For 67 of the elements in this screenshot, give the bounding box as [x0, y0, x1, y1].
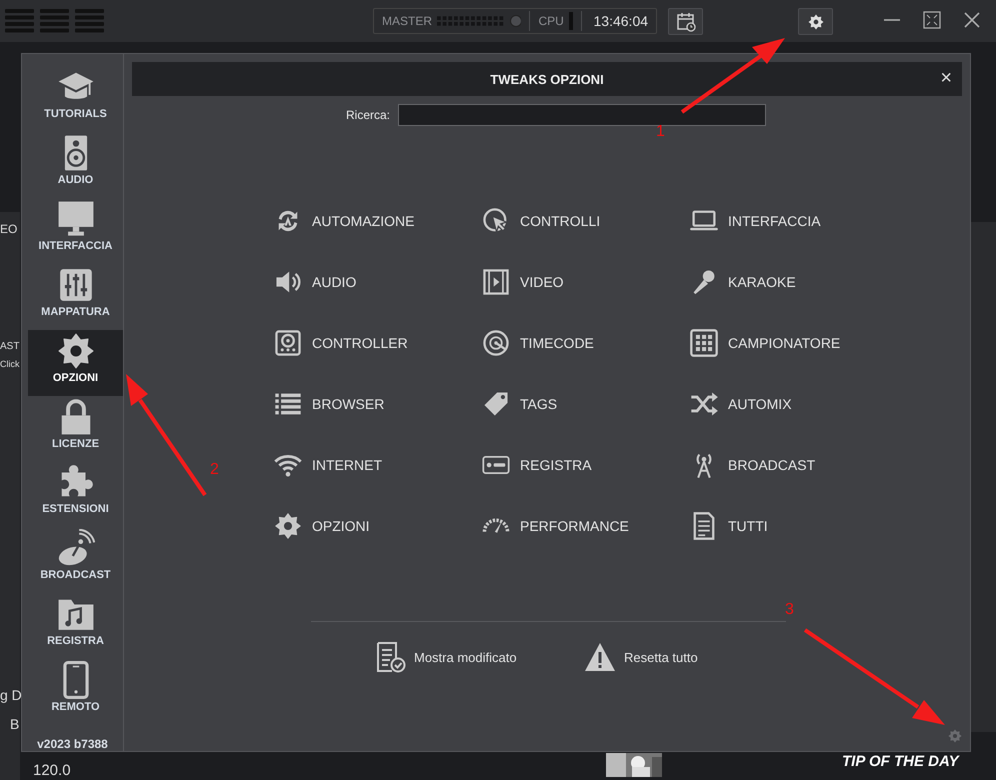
controller-icon: [273, 328, 303, 358]
settings-icon: [808, 14, 824, 30]
cpu-meter-icon: [568, 12, 573, 30]
version-label: v2023 b7388: [37, 737, 108, 752]
annotation-number: 1: [656, 123, 665, 140]
maximize-icon[interactable]: [923, 11, 941, 29]
action-button[interactable]: Resetta tutto: [584, 639, 792, 675]
sidebar-item[interactable]: AUDIO: [28, 132, 123, 198]
close-icon[interactable]: [963, 11, 981, 29]
action-button[interactable]: Mostra modificato: [376, 639, 584, 675]
calendar-button[interactable]: [668, 8, 703, 35]
deck-text: Click: [0, 360, 20, 369]
close-button[interactable]: ×: [936, 68, 956, 88]
film-icon: [481, 267, 511, 297]
cpu-label: CPU: [538, 14, 564, 28]
category-link[interactable]: INTERNET: [273, 450, 481, 480]
category-link[interactable]: AUTOMIX: [689, 389, 897, 419]
satellite-dish-icon: [56, 529, 94, 568]
deck-text: g D: [0, 688, 22, 702]
sidebar-item[interactable]: MAPPATURA: [28, 264, 123, 330]
search-label: Ricerca:: [346, 108, 390, 122]
checklist-icon: [376, 641, 406, 673]
category-link[interactable]: AUTOMAZIONE: [273, 206, 481, 236]
annotation-number: 2: [210, 461, 219, 478]
category-link[interactable]: INTERFACCIA: [689, 206, 897, 236]
settings-icon: [56, 332, 94, 370]
tip-title: TIP OF THE DAY: [842, 754, 959, 769]
settings-button[interactable]: [798, 8, 833, 35]
category-link[interactable]: TUTTI: [689, 511, 897, 541]
knob-icon: [510, 15, 522, 27]
category-link[interactable]: TIMECODE: [481, 328, 689, 358]
annotation-number: 3: [785, 601, 794, 618]
category-link[interactable]: BROADCAST: [689, 450, 897, 480]
disc-icon: [481, 328, 511, 358]
category-link[interactable]: TAGS: [481, 389, 689, 419]
sidebar-item[interactable]: REMOTO: [28, 659, 123, 726]
sidebar-item[interactable]: OPZIONI: [28, 330, 123, 396]
category-link[interactable]: VIDEO: [481, 267, 689, 297]
deck-text: B: [10, 717, 20, 731]
category-link[interactable]: PERFORMANCE: [481, 511, 689, 541]
sidebar-item[interactable]: REGISTRA: [28, 593, 123, 660]
level-meter-icon: [437, 15, 506, 27]
category-link[interactable]: BROWSER: [273, 389, 481, 419]
grid-icon: [689, 328, 719, 358]
dialog-title: TWEAKS OPZIONI: [490, 72, 604, 86]
sidebar-item[interactable]: INTERFACCIA: [28, 198, 123, 264]
master-label: MASTER: [382, 14, 432, 28]
warning-icon: [584, 642, 616, 672]
category-link[interactable]: OPZIONI: [273, 511, 481, 541]
sidebar-item[interactable]: TUTORIALS: [28, 66, 123, 132]
category-link[interactable]: REGISTRA: [481, 450, 689, 480]
sidebar-item[interactable]: BROADCAST: [28, 527, 123, 594]
category-link[interactable]: CONTROLLI: [481, 206, 689, 236]
calendar-icon: [676, 12, 696, 32]
deck-text: AST: [0, 342, 20, 352]
category-link[interactable]: CAMPIONATORE: [689, 328, 897, 358]
category-link[interactable]: AUDIO: [273, 267, 481, 297]
monitor-icon: [56, 200, 94, 238]
deck-text: EO: [0, 223, 18, 235]
deck-text: 120.0: [33, 763, 71, 778]
search-field[interactable]: [398, 104, 766, 126]
category-link[interactable]: CONTROLLER: [273, 328, 481, 358]
category-link[interactable]: KARAOKE: [689, 267, 897, 297]
clock: 13:46:04: [594, 13, 648, 29]
settings-icon: [273, 511, 303, 541]
sidebar-item[interactable]: LICENZE: [28, 396, 123, 462]
sidebar-item[interactable]: ESTENSIONI: [28, 461, 123, 528]
